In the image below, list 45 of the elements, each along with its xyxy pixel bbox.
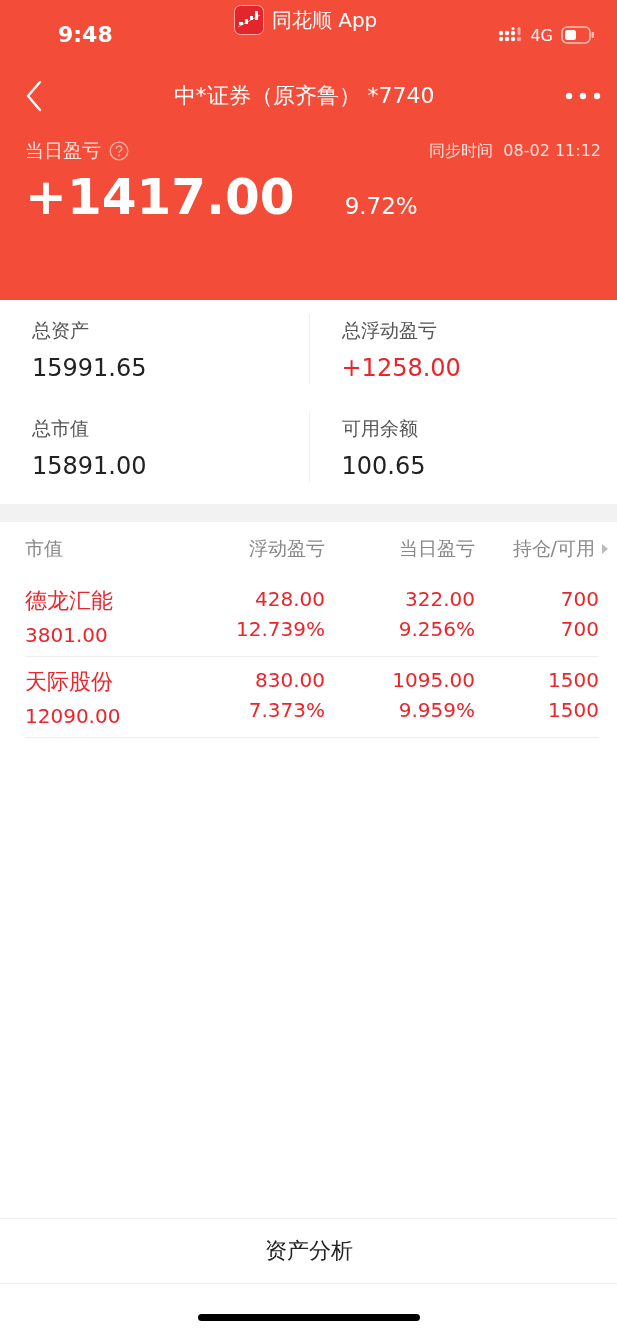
caret-icon (601, 543, 609, 555)
stat-label: 总市值 (32, 416, 89, 441)
account-title: 中*证券（原齐鲁） *7740 (172, 82, 436, 110)
daily-pl: 322.00 (405, 586, 475, 613)
stat-value: 15991.65 (32, 354, 147, 382)
network-type: 4G (530, 25, 553, 45)
available-quantity: 1500 (548, 697, 599, 724)
back-icon[interactable] (25, 80, 43, 112)
stat-label: 总资产 (32, 318, 89, 343)
daily-pl-percent: 9.72% (344, 193, 418, 219)
asset-analysis-button[interactable]: 资产分析 (248, 1228, 369, 1274)
battery-icon (561, 26, 595, 44)
daily-pl-percent: 9.256% (398, 616, 475, 643)
app-icon[interactable] (233, 5, 264, 35)
market-value: 3801.00 (25, 622, 108, 649)
daily-pl: 1095.00 (392, 667, 475, 694)
status-time: 9:48 (58, 21, 113, 47)
help-icon[interactable] (109, 141, 129, 161)
column-header[interactable]: 持仓/可用 (512, 536, 595, 562)
column-header: 市值 (25, 536, 63, 561)
stat-value: +1258.00 (341, 354, 461, 382)
floating-pl-percent: 7.373% (248, 697, 325, 724)
column-header: 浮动盈亏 (249, 536, 325, 561)
more-icon[interactable] (565, 92, 601, 100)
market-value: 12090.00 (25, 703, 121, 730)
sync-label: 同步时间 (429, 140, 494, 162)
position-quantity: 700 (560, 586, 599, 613)
daily-pl-label: 当日盈亏 (25, 138, 101, 163)
floating-pl: 428.00 (255, 586, 325, 613)
position-quantity: 1500 (548, 667, 599, 694)
stat-label: 可用余额 (341, 416, 418, 441)
available-quantity: 700 (560, 616, 599, 643)
stat-label: 总浮动盈亏 (341, 318, 437, 343)
floating-pl-percent: 12.739% (236, 616, 325, 643)
sync-time: 08-02 11:12 (503, 140, 601, 162)
stock-name: 德龙汇能 (25, 587, 113, 615)
column-header: 当日盈亏 (399, 536, 475, 561)
daily-pl-amount: +1417.00 (25, 168, 295, 226)
daily-pl-percent: 9.959% (398, 697, 475, 724)
stat-value: 15891.00 (32, 452, 147, 480)
back-to-app-link[interactable]: 同花顺 App (271, 6, 378, 34)
floating-pl: 830.00 (255, 667, 325, 694)
stock-name: 天际股份 (25, 668, 113, 696)
stat-value: 100.65 (341, 452, 426, 480)
signal-icon (498, 27, 523, 43)
